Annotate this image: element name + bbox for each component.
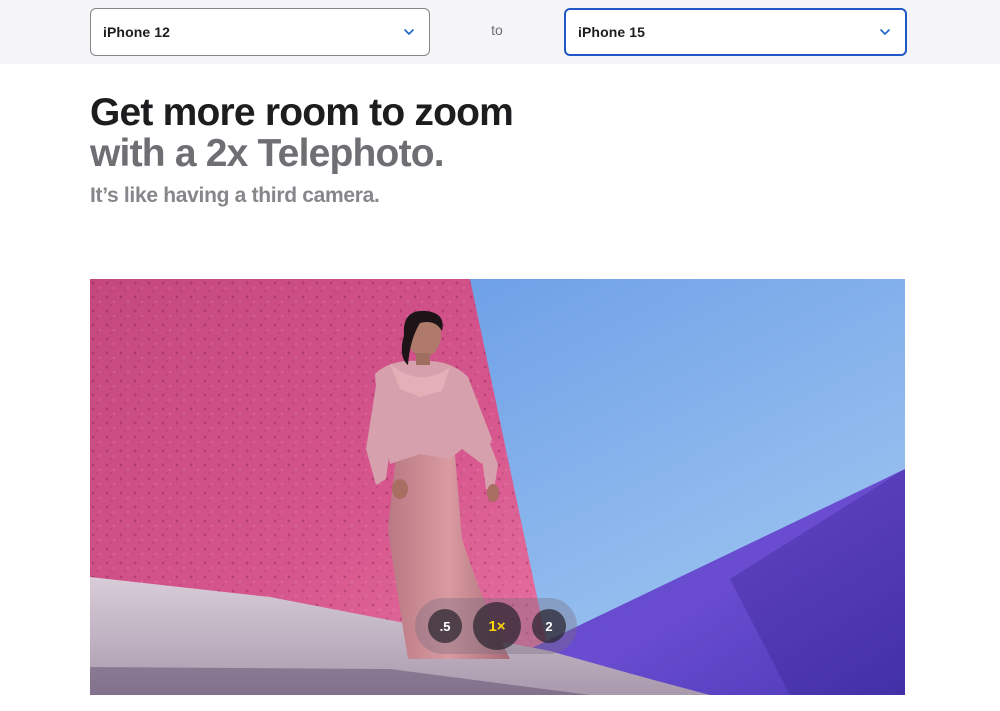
model-select-right[interactable]: iPhone 15: [564, 8, 907, 56]
model-select-left-value: iPhone 12: [103, 24, 171, 40]
zoom-option-1x[interactable]: 1×: [473, 602, 521, 650]
headline-line-2: with a 2x Telephoto.: [90, 132, 445, 175]
chevron-down-icon: [403, 26, 415, 38]
hero-headline: Get more room to zoom with a 2x Telephot…: [90, 92, 790, 174]
chevron-down-icon: [879, 26, 891, 38]
compare-connector: to: [491, 22, 503, 38]
model-select-left[interactable]: iPhone 12: [90, 8, 430, 56]
zoom-option-0-5x[interactable]: .5: [428, 609, 462, 643]
hero-subhead: It’s like having a third camera.: [90, 184, 380, 207]
model-select-right-value: iPhone 15: [578, 24, 646, 40]
compare-bar: iPhone 12 to iPhone 15: [0, 0, 1000, 64]
headline-line-1: Get more room to zoom: [90, 91, 514, 134]
zoom-option-2x[interactable]: 2: [532, 609, 566, 643]
camera-zoom-selector: .5 1× 2: [415, 598, 577, 654]
